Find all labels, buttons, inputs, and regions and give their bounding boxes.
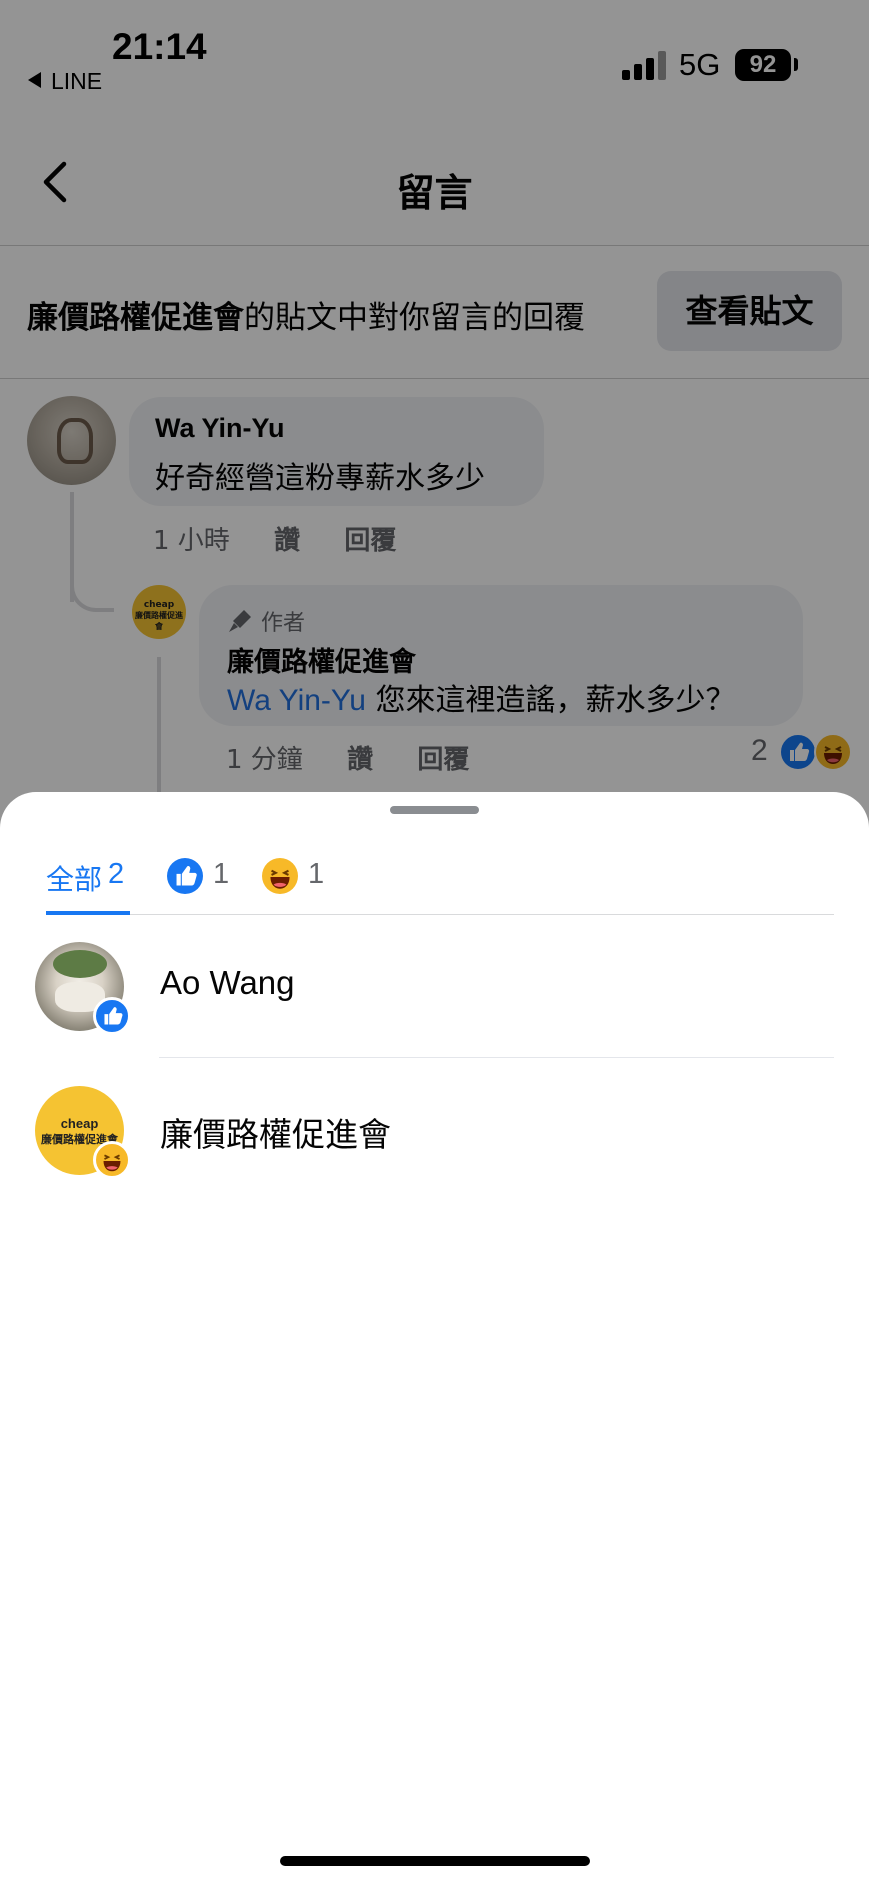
- tab-haha-count: 1: [308, 858, 325, 890]
- tab-active-indicator: [46, 911, 130, 915]
- tab-haha[interactable]: 1: [262, 842, 324, 916]
- tab-like[interactable]: 1: [167, 842, 229, 916]
- list-item[interactable]: cheap 廉價路權促進會 廉價路權促進會: [0, 1058, 869, 1198]
- list-item[interactable]: Ao Wang: [0, 918, 869, 1058]
- like-icon: [167, 858, 203, 894]
- tab-all-label: 全部: [46, 863, 103, 896]
- reaction-tabs: 全部 2 1 1: [0, 842, 869, 916]
- like-icon: [93, 997, 131, 1035]
- sheet-grabber[interactable]: [390, 806, 479, 814]
- tab-like-count: 1: [213, 858, 230, 890]
- haha-icon: [262, 858, 298, 894]
- reactions-sheet: 全部 2 1 1 Ao Wang cheap 廉價路權促進會 廉價路權促進會: [0, 792, 869, 1884]
- avatar-line1: cheap: [60, 1116, 99, 1131]
- haha-icon: [93, 1141, 131, 1179]
- user-name[interactable]: Ao Wang: [160, 964, 295, 1002]
- tab-all-count: 2: [108, 858, 125, 890]
- tab-divider: [46, 914, 834, 915]
- home-indicator[interactable]: [280, 1856, 590, 1866]
- user-name[interactable]: 廉價路權促進會: [160, 1108, 391, 1156]
- tab-all[interactable]: 全部 2: [46, 842, 130, 916]
